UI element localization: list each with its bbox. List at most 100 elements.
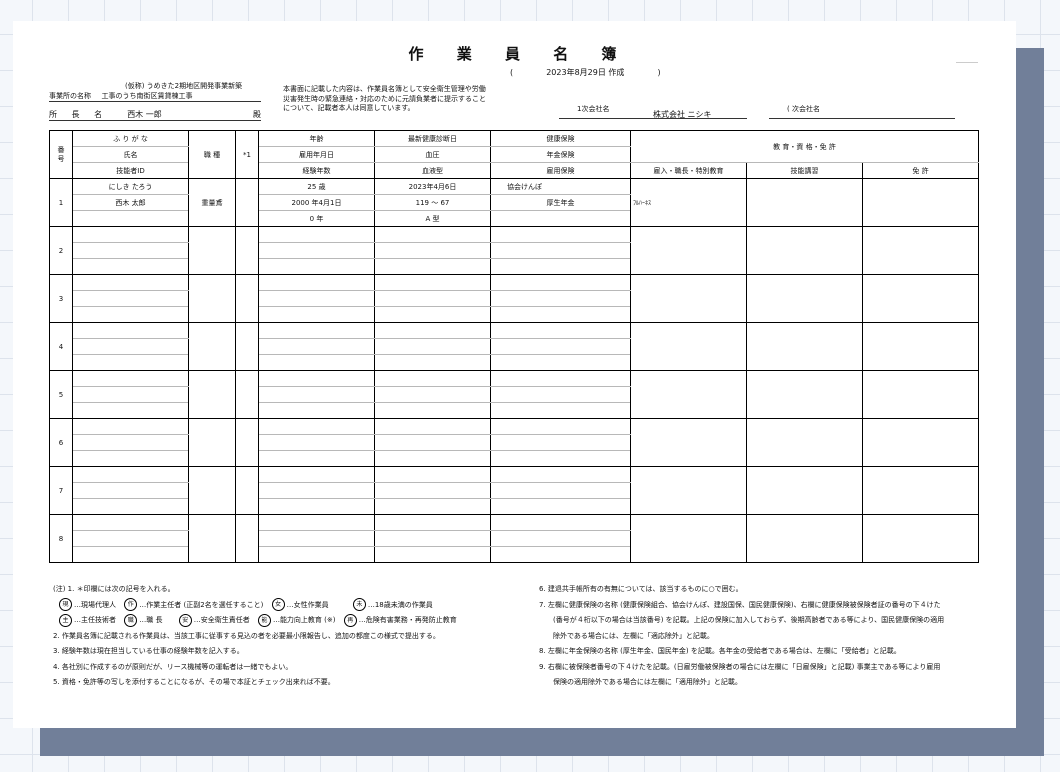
header-blood-type: 血液型 [374,162,491,179]
date-close-paren: ) [657,68,661,77]
worker-furigana [72,370,189,387]
worker-age [258,514,375,531]
worker-age [258,226,375,243]
worker-mark [235,418,259,467]
note-7a: 7. 左欄に健康保険の名称 (健康保険組合、協会けんぽ、建設国保、国民健康保険)… [539,600,941,609]
note-3: 3. 経験年数は現在担当している仕事の経験年数を記入する。 [53,647,244,655]
symbol-josei-text: …女性作業員 [286,600,329,609]
symbol-genba-text: …現場代理人 [74,600,116,609]
worker-edu-license [862,466,979,515]
worker-exp-years [258,306,375,323]
worker-edu-skill [746,226,863,275]
worker-edu-license [862,226,979,275]
worker-mark [235,322,259,371]
worker-edu-skill [746,514,863,563]
worker-mark [235,226,259,275]
worker-roster-table: 番号 ふ り が な 職 種 *1 年齢 最新健康診断日 健康保険 教 育・資 … [49,130,979,563]
notes-left: (注) 1. ＊印欄には次の記号を入れる。 現 …現場代理人 作 …作業主任者 (正… [53,582,457,691]
header-pension: 年金保険 [490,146,631,163]
header-edu-hire: 雇入・職長・特別教育 [630,162,747,179]
worker-employment-insurance [490,354,631,371]
worker-health-check [374,514,491,531]
worker-edu-license [862,322,979,371]
worker-blood-pressure [374,242,491,259]
worker-health-check [374,418,491,435]
worker-hire-date [258,290,375,307]
worker-row: 3 [49,274,979,323]
worker-exp-years [258,354,375,371]
primary-company-row: 1次会社名 株式会社 ニシキ [559,104,747,119]
worker-blood-type [374,450,491,467]
manager-name: 西木 一郎 [127,110,162,119]
worker-exp-years [258,258,375,275]
symbol-shunin-text: …主任技術者 [74,616,116,624]
note-1: (注) 1. ＊印欄には次の記号を入れる。 [53,585,175,593]
worker-exp-years [258,402,375,419]
header-hire-date: 雇用年月日 [258,146,375,163]
worker-blood-type [374,498,491,515]
header-exp-years: 経験年数 [258,162,375,179]
worker-job [188,514,236,563]
worker-age: 25 歳 [258,178,375,195]
note-5: 5. 資格・免許等の写しを添付することになるが、その場で本証とチェック出来れば不… [53,678,335,686]
worker-no: 7 [49,466,73,515]
worker-row: 7 [49,466,979,515]
symbol-noryoku-icon: 能 [257,613,271,627]
worker-pension [490,386,631,403]
worker-employment-insurance [490,546,631,563]
worker-no: 8 [49,514,73,563]
worker-no: 6 [49,418,73,467]
worker-hire-date: 2000 年4月1日 [258,194,375,211]
symbol-sagyo-text: …作業主任者 (正副2名を選任すること) [139,600,264,609]
consent-statement: 本書面に記載した内容は、作業員名簿として安全衛生管理や労働 災害発生時の緊急連絡… [283,85,486,114]
worker-health-insurance [490,274,631,291]
worker-edu-skill [746,274,863,323]
worker-furigana [72,514,189,531]
worker-name [72,434,189,451]
worker-health-insurance [490,370,631,387]
header-employment-insurance: 雇用保険 [490,162,631,179]
worker-edu-hire [630,466,747,515]
worker-hire-date [258,434,375,451]
worker-mark [235,370,259,419]
worker-row: 2 [49,226,979,275]
worker-employment-insurance [490,402,631,419]
worker-edu-hire [630,370,747,419]
notes-right: 6. 建退共手帳所有の有無については、該当するものに○で囲む。 7. 左欄に健康… [539,582,944,691]
worker-edu-hire [630,418,747,467]
worker-edu-license [862,418,979,467]
worker-no: 5 [49,370,73,419]
worker-furigana [72,322,189,339]
worker-blood-pressure [374,386,491,403]
worker-blood-pressure [374,482,491,499]
worker-health-check [374,274,491,291]
worker-edu-skill [746,322,863,371]
worker-edu-hire: ﾌﾙﾊｰﾈｽ [630,178,747,227]
worker-edu-hire [630,322,747,371]
symbol-shokucho-text: …職 長 [139,616,163,624]
worker-health-insurance [490,322,631,339]
worker-blood-type [374,402,491,419]
worker-tech-id [72,546,189,563]
symbol-shokucho-icon: 職 [124,613,138,627]
symbol-shunin-icon: 主 [59,613,72,627]
worker-health-insurance [490,226,631,243]
manager-row: 所 長 名 西木 一郎 殿 [49,109,261,121]
symbol-saihatsu-icon: 再 [343,613,357,627]
worker-name [72,482,189,499]
worker-tech-id [72,306,189,323]
header-health-check: 最新健康診断日 [374,130,491,147]
worker-health-check [374,226,491,243]
worker-no: 4 [49,322,73,371]
roster-body: 番号 ふ り が な 職 種 *1 年齢 最新健康診断日 健康保険 教 育・資 … [49,130,979,563]
document-page: 作 業 員 名 簿 ( 2023年8月29日 作成 ) (仮称) うめきた2期地… [13,21,1016,728]
worker-blood-pressure: 119 ～ 67 [374,194,491,211]
worker-age [258,466,375,483]
worker-blood-pressure [374,338,491,355]
corner-rule [956,62,978,63]
worker-no: 3 [49,274,73,323]
worker-edu-license [862,178,979,227]
symbol-anzen-text: …安全衛生責任者 [193,616,250,624]
worker-job [188,322,236,371]
header-age: 年齢 [258,130,375,147]
